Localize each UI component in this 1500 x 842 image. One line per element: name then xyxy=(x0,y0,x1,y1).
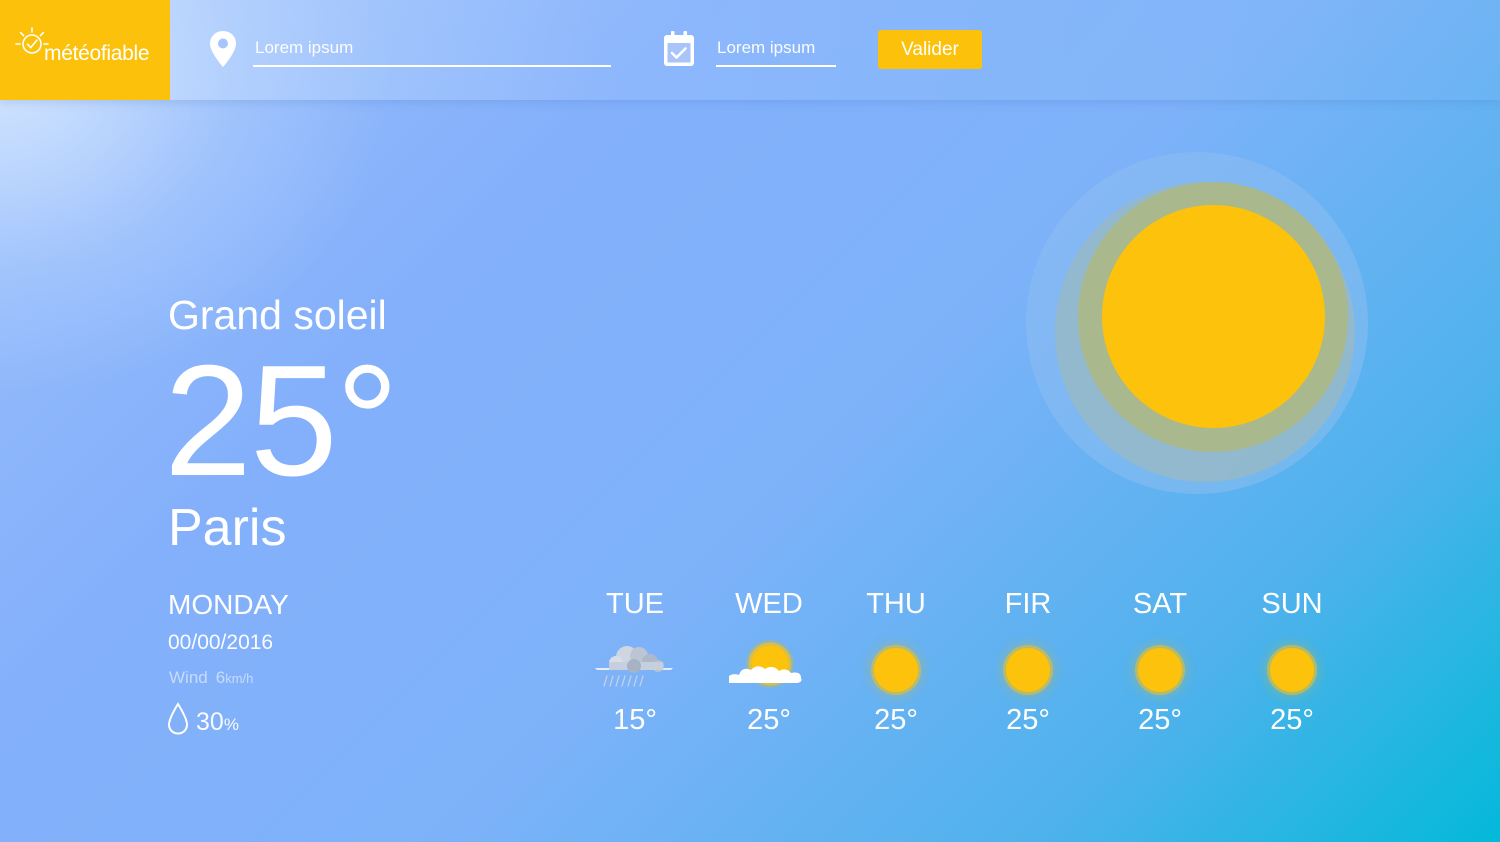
forecast-day[interactable]: FIR 25° xyxy=(968,588,1088,748)
forecast-temperature: 25° xyxy=(1270,704,1314,736)
sun-icon xyxy=(856,640,936,700)
forecast-day-label: WED xyxy=(735,588,803,620)
forecast-temperature: 25° xyxy=(1138,704,1182,736)
water-drop-icon xyxy=(167,702,189,735)
current-day: MONDAY xyxy=(168,589,289,620)
wind-unit: km/h xyxy=(225,671,254,686)
humidity-unit: % xyxy=(223,715,239,734)
rain-cloud-icon xyxy=(595,646,673,687)
location-input-placeholder: Lorem ipsum xyxy=(255,38,354,57)
forecast-temperature: 25° xyxy=(1006,704,1050,736)
date-input[interactable]: Lorem ipsum xyxy=(716,32,836,67)
wind-info: Wind 6km/h xyxy=(169,668,253,688)
big-sun-icon xyxy=(1026,152,1368,494)
forecast-day-label: SUN xyxy=(1261,588,1323,620)
date-input-placeholder: Lorem ipsum xyxy=(717,38,816,57)
submit-button[interactable]: Valider xyxy=(878,30,982,69)
humidity-info: 30% xyxy=(196,708,239,737)
forecast-day[interactable]: WED 25° xyxy=(709,588,829,748)
sun-disc xyxy=(874,648,918,692)
current-temperature: 25° xyxy=(164,333,399,509)
sun-disc xyxy=(1006,648,1050,692)
location-pin-icon xyxy=(210,31,236,67)
forecast-day[interactable]: TUE 15° xyxy=(575,588,695,748)
location-input[interactable]: Lorem ipsum xyxy=(253,32,611,67)
forecast-day-label: TUE xyxy=(606,588,664,620)
forecast-temperature: 25° xyxy=(874,704,918,736)
forecast-day-label: THU xyxy=(866,588,926,620)
brand-name-bold: fiable xyxy=(100,42,150,65)
forecast-day[interactable]: SUN 25° xyxy=(1232,588,1352,748)
brand-name-light: météo xyxy=(44,42,101,65)
forecast-temperature: 15° xyxy=(613,704,657,736)
wind-label: Wind xyxy=(169,668,208,687)
sun-icon xyxy=(988,640,1068,700)
sun-core xyxy=(1102,205,1325,428)
sun-disc xyxy=(1138,648,1182,692)
sun-disc xyxy=(1270,648,1314,692)
sun-cloud-icon xyxy=(729,640,802,688)
forecast-day-label: FIR xyxy=(1004,588,1052,620)
forecast-day[interactable]: SAT 25° xyxy=(1100,588,1220,748)
current-condition: Grand soleil xyxy=(168,292,387,338)
wind-value: 6 xyxy=(215,668,226,687)
humidity-value: 30 xyxy=(196,708,224,736)
current-date: 00/00/2016 xyxy=(168,631,274,654)
top-bar: météofiable Lorem ipsum Lorem ipsum Vali… xyxy=(0,0,1500,100)
forecast-temperature: 25° xyxy=(747,704,791,736)
sun-icon xyxy=(1252,640,1332,700)
brand-logo[interactable]: météofiable xyxy=(0,0,170,100)
forecast-day-label: SAT xyxy=(1132,588,1188,620)
calendar-icon[interactable] xyxy=(662,30,696,68)
sun-icon xyxy=(1120,640,1200,700)
current-city: Paris xyxy=(168,499,287,557)
forecast-day[interactable]: THU 25° xyxy=(836,588,956,748)
brand-name: météofiable xyxy=(44,42,150,66)
